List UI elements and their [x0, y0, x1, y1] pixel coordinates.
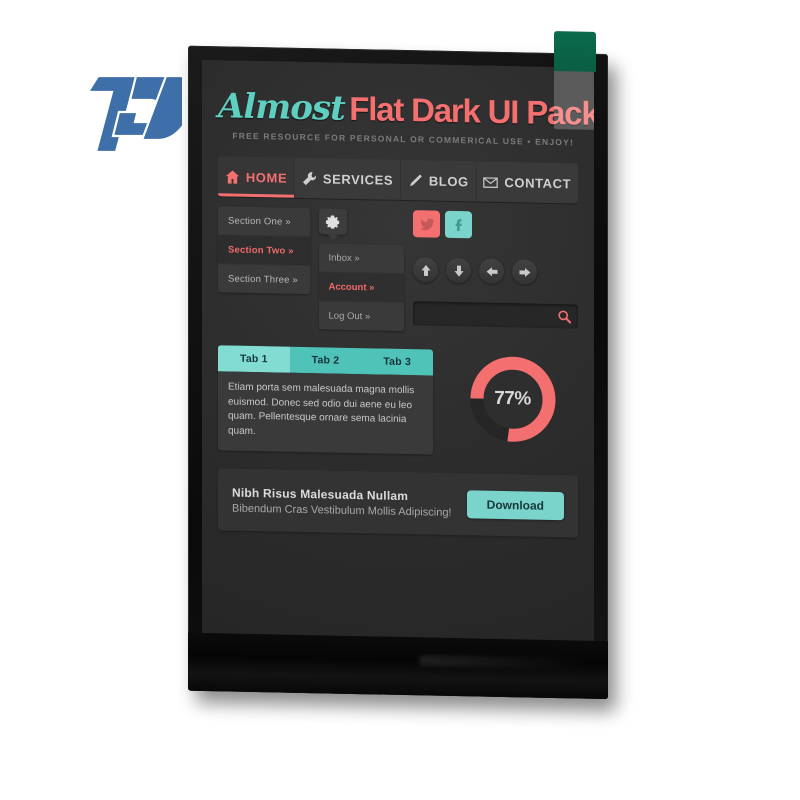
settings-dropdown-menu: Inbox » Account » Log Out » [318, 243, 404, 332]
cta-subtitle: Bibendum Cras Vestibulum Mollis Adipisci… [232, 502, 452, 519]
arrow-button-group [413, 257, 578, 285]
arrow-right-icon [518, 265, 532, 279]
arrow-up-icon [419, 263, 433, 277]
search-input[interactable] [421, 306, 557, 323]
arrow-down-icon [452, 263, 466, 277]
page-subtitle: FREE RESOURCE FOR PERSONAL OR COMMERICAL… [232, 130, 574, 148]
section-menu-item-one[interactable]: Section One » [218, 206, 310, 238]
social-buttons [413, 210, 578, 240]
nav-item-services[interactable]: SERVICES [295, 157, 401, 200]
progress-donut: 77% [467, 352, 559, 446]
tab-label: Tab 1 [240, 352, 268, 366]
tab-3[interactable]: Tab 3 [361, 348, 433, 375]
envelope-icon [483, 174, 499, 189]
dropdown-item-inbox[interactable]: Inbox » [318, 243, 404, 275]
dropdown-item-logout[interactable]: Log Out » [318, 301, 404, 332]
facebook-icon [451, 216, 467, 232]
nav-item-home[interactable]: HOME [218, 156, 296, 198]
download-button[interactable]: Download [466, 490, 564, 521]
tab-1[interactable]: Tab 1 [218, 345, 290, 373]
device-screen: Almost Flat Dark UI Pack FREE RESOURCE F… [202, 59, 594, 643]
arrow-down-button[interactable] [446, 257, 471, 284]
home-icon [225, 169, 240, 184]
nav-item-label: CONTACT [504, 174, 572, 191]
screen-protector-pull-tab[interactable] [554, 31, 596, 72]
arrow-left-button[interactable] [479, 258, 504, 285]
section-menu: Section One » Section Two » Section Thre… [218, 206, 310, 295]
tab-bar: Tab 1 Tab 2 Tab 3 [218, 345, 433, 376]
dropdown-item-label: Account » [328, 281, 375, 293]
device-body: Almost Flat Dark UI Pack FREE RESOURCE F… [188, 31, 608, 700]
arrow-up-button[interactable] [413, 257, 438, 283]
section-menu-item-three[interactable]: Section Three » [218, 264, 310, 295]
tabs-and-progress-row: Tab 1 Tab 2 Tab 3 Etiam porta sem malesu… [218, 345, 578, 457]
tsd-watermark-logo [62, 72, 196, 158]
tablet-device: Almost Flat Dark UI Pack FREE RESOURCE F… [188, 31, 618, 715]
menu-item-label: Section Three » [228, 272, 298, 286]
device-bottom-bezel [188, 632, 608, 700]
cta-banner: Nibh Risus Malesuada Nullam Bibendum Cra… [218, 468, 578, 538]
tab-label: Tab 2 [311, 354, 340, 367]
pencil-icon [408, 173, 423, 188]
title-script-part: Almost [218, 86, 345, 129]
twitter-button[interactable] [413, 210, 440, 238]
settings-dropdown-trigger[interactable] [318, 208, 347, 235]
search-icon[interactable] [557, 309, 572, 324]
dropdown-item-label: Inbox » [328, 252, 360, 264]
screen-protector-patch [554, 69, 594, 130]
search-bar[interactable] [413, 301, 578, 329]
arrow-left-icon [485, 264, 499, 278]
widgets-row: Section One » Section Two » Section Thre… [218, 206, 578, 334]
section-menu-item-two[interactable]: Section Two » [218, 235, 310, 267]
main-nav: HOME SERVICES BLOG CONTACT [218, 156, 578, 204]
page-title: Almost Flat Dark UI Pack [218, 60, 594, 133]
menu-item-label: Section One » [228, 214, 291, 228]
nav-item-label: BLOG [428, 173, 469, 189]
dropdown-item-account[interactable]: Account » [318, 272, 404, 304]
dropdown-item-label: Log Out » [328, 310, 371, 322]
gear-icon [325, 214, 340, 229]
tab-label: Tab 3 [383, 355, 411, 369]
twitter-icon [419, 216, 435, 232]
nav-item-contact[interactable]: CONTACT [477, 161, 578, 203]
arrow-right-button[interactable] [512, 259, 537, 285]
cta-title: Nibh Risus Malesuada Nullam [232, 485, 409, 503]
menu-item-label: Section Two » [228, 243, 294, 257]
tab-widget: Tab 1 Tab 2 Tab 3 Etiam porta sem malesu… [218, 345, 433, 455]
tab-2[interactable]: Tab 2 [290, 347, 362, 374]
tab-panel-body: Etiam porta sem malesuada magna mollis e… [218, 371, 433, 455]
wrench-icon [302, 170, 317, 185]
nav-item-blog[interactable]: BLOG [401, 159, 477, 202]
facebook-button[interactable] [445, 210, 472, 239]
progress-label: 77% [494, 387, 531, 410]
nav-item-label: SERVICES [322, 170, 394, 188]
nav-item-label: HOME [245, 169, 288, 186]
